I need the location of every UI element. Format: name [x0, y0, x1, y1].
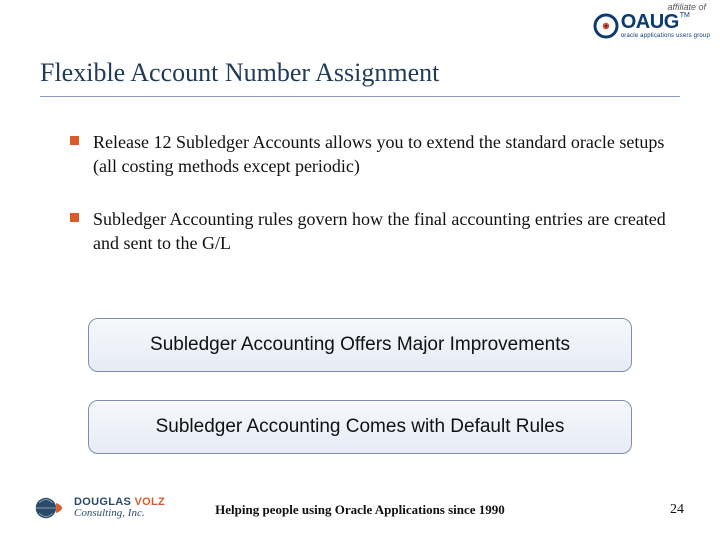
oaug-name: OAUG [621, 11, 679, 33]
slide-title: Flexible Account Number Assignment [40, 58, 439, 88]
affiliate-block: affiliate of OAUGTM oracle applications … [593, 2, 710, 39]
oaug-ring-icon [593, 13, 619, 39]
bullet-list: Release 12 Subledger Accounts allows you… [70, 130, 670, 283]
callout-box-2: Subledger Accounting Comes with Default … [88, 400, 632, 454]
page-number: 24 [670, 502, 684, 518]
title-underline [40, 96, 680, 97]
callout-text: Subledger Accounting Offers Major Improv… [150, 334, 570, 356]
oaug-tagline: oracle applications users group [621, 33, 710, 39]
bullet-marker-icon [70, 213, 79, 222]
bullet-text: Release 12 Subledger Accounts allows you… [93, 130, 670, 179]
footer-tagline: Helping people using Oracle Applications… [0, 502, 720, 518]
bullet-text: Subledger Accounting rules govern how th… [93, 207, 670, 256]
callout-box-1: Subledger Accounting Offers Major Improv… [88, 318, 632, 372]
bullet-item: Subledger Accounting rules govern how th… [70, 207, 670, 256]
oaug-logo: OAUGTM oracle applications users group [593, 12, 710, 39]
trademark-symbol: TM [680, 12, 690, 19]
bullet-item: Release 12 Subledger Accounts allows you… [70, 130, 670, 179]
callout-text: Subledger Accounting Comes with Default … [156, 416, 565, 438]
bullet-marker-icon [70, 136, 79, 145]
